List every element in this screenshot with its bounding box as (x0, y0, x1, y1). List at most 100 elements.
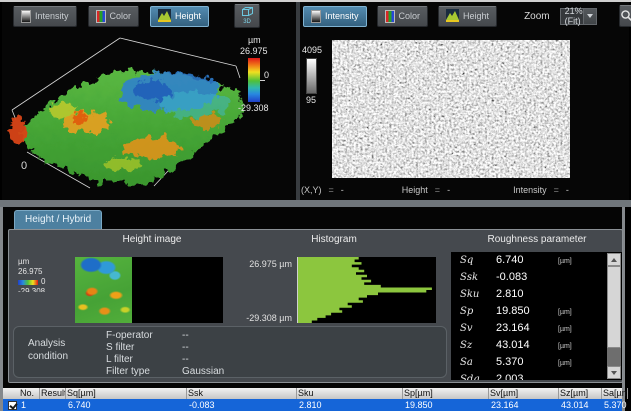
panel-3d-view: Intensity Color Height 3D (2, 2, 296, 200)
intensity-status-value: - (566, 185, 569, 195)
magnifier-button[interactable] (619, 5, 631, 27)
zoom-select[interactable]: 21%(Fit) (560, 8, 597, 25)
histogram-min-label: -29.308 µm (222, 313, 292, 323)
analysis-row: L filter-- (106, 354, 224, 366)
arrow-down-icon (611, 371, 617, 375)
surface-3d-view[interactable]: µm 26.975 0 -29.308 0 (2, 30, 296, 200)
intensity-image-view[interactable]: 4095 95 (300, 30, 629, 180)
height-button[interactable]: Height (150, 6, 209, 27)
tab-height-hybrid[interactable]: Height / Hybrid (14, 210, 102, 229)
param-name: Sq (460, 255, 496, 266)
param-value: 2.003 (496, 373, 558, 380)
cursor-status-bar: (X,Y) = - Height = - Intensity = - (300, 180, 629, 200)
color-button-right[interactable]: Color (377, 6, 429, 27)
row-result (40, 399, 66, 411)
row-sp: 19.850 (403, 399, 489, 411)
panel-intensity-view: Intensity Color Height Zoom 21%(Fit) (300, 2, 629, 200)
header-sv[interactable]: Sv[µm] (489, 388, 559, 399)
scrollbar-thumb[interactable] (607, 266, 621, 348)
param-value: 5.370 (496, 356, 558, 368)
param-unit: [µm] (558, 309, 605, 316)
color-button-label: Color (110, 11, 132, 21)
header-result[interactable]: Result (40, 388, 66, 399)
condition-name: F-operator (106, 330, 182, 342)
param-name: Sdq (460, 374, 496, 380)
result-row-selected[interactable]: 1 6.740 -0.083 2.810 19.850 23.164 43.01… (3, 399, 622, 411)
zoom-label: Zoom (524, 11, 550, 22)
height-image-legend-min: -29.308 (18, 287, 45, 292)
height-image-legend-unit: µm (18, 257, 45, 267)
header-spacer (3, 388, 19, 399)
roughness-row: Sa5.370[µm] (451, 356, 605, 373)
histogram-shape (298, 257, 432, 323)
condition-value: -- (182, 330, 224, 342)
row-sku: 2.810 (297, 399, 403, 411)
histogram-max-label: 26.975 µm (222, 259, 292, 269)
app-window: Intensity Color Height 3D (0, 0, 631, 411)
height-image-title: Height image (77, 234, 227, 245)
height-button-label: Height (463, 11, 489, 21)
color-icon (385, 10, 395, 23)
z-scale-zero-tick (260, 80, 265, 81)
roughness-row: Sp19.850[µm] (451, 305, 605, 322)
analysis-row: S filter-- (106, 342, 224, 354)
header-sa[interactable]: Sa[µm] (602, 388, 628, 399)
xy-equals: = (329, 185, 334, 195)
arrow-up-icon (611, 258, 617, 262)
intensity-status-label: Intensity (513, 185, 547, 195)
z-scale-zero: 0 (264, 70, 269, 80)
z-scale-max: 26.975 (240, 46, 268, 56)
header-sq[interactable]: Sq[µm] (66, 388, 187, 399)
row-sq: 6.740 (66, 399, 187, 411)
param-name: Sp (460, 306, 496, 317)
3d-view-button[interactable]: 3D (234, 4, 260, 28)
row-sa: 5.370 (602, 399, 628, 411)
roughness-row: Sv23.164[µm] (451, 322, 605, 339)
param-unit: [µm] (558, 343, 605, 350)
scrollbar-down-button[interactable] (607, 366, 621, 379)
param-value: -0.083 (496, 271, 558, 283)
roughness-title: Roughness parameter (462, 234, 612, 245)
color-button-label: Color (399, 11, 421, 21)
header-no[interactable]: No. (19, 388, 40, 399)
param-name: Sz (460, 340, 496, 351)
roughness-row: Sdq2.003 (451, 373, 605, 380)
roughness-row: Sq6.740[µm] (451, 254, 605, 271)
condition-value: -- (182, 354, 224, 366)
height-icon (158, 9, 171, 24)
analysis-content-panel: Height image Histogram Roughness paramet… (8, 229, 623, 383)
gray-scale-bar (306, 58, 317, 94)
row-ssk: -0.083 (187, 399, 297, 411)
zoom-select-value: 21%(Fit) (561, 6, 583, 26)
intensity-button[interactable]: Intensity (13, 6, 77, 27)
row-checkbox-checked[interactable] (8, 401, 17, 410)
param-name: Sv (460, 323, 496, 334)
3d-button-label: 3D (243, 19, 251, 25)
histogram-box (297, 257, 436, 323)
header-sz[interactable]: Sz[µm] (559, 388, 602, 399)
roughness-row: Ssk-0.083 (451, 271, 605, 288)
param-unit: [µm] (558, 326, 605, 333)
roughness-scrollbar[interactable] (607, 253, 621, 379)
height-image-legend-max: 26.975 (18, 267, 45, 277)
param-value: 19.850 (496, 305, 558, 317)
header-ssk[interactable]: Ssk (187, 388, 297, 399)
z-scale-unit: µm (248, 35, 261, 45)
intensity-button-right[interactable]: Intensity (303, 6, 367, 27)
left-toolbar: Intensity Color Height 3D (2, 2, 296, 30)
roughness-parameter-list: Sq6.740[µm] Ssk-0.083 Sku2.810 Sp19.850[… (451, 252, 622, 380)
histogram-title: Histogram (259, 234, 409, 245)
header-sp[interactable]: Sp[µm] (403, 388, 489, 399)
color-button[interactable]: Color (88, 6, 140, 27)
height-icon (446, 9, 459, 24)
header-sku[interactable]: Sku (297, 388, 403, 399)
height-button-right[interactable]: Height (438, 6, 497, 27)
zoom-select-arrow-button[interactable] (583, 9, 596, 24)
height-status-value: - (447, 185, 450, 195)
height-image-legend: µm 26.975 0 -29.308 (18, 257, 45, 292)
z-scale-min: -29.308 (238, 103, 269, 113)
scrollbar-up-button[interactable] (607, 253, 621, 266)
height-image-box[interactable] (75, 257, 223, 323)
axis-origin-label: 0 (21, 160, 27, 172)
right-toolbar: Intensity Color Height Zoom 21%(Fit) (300, 2, 629, 30)
